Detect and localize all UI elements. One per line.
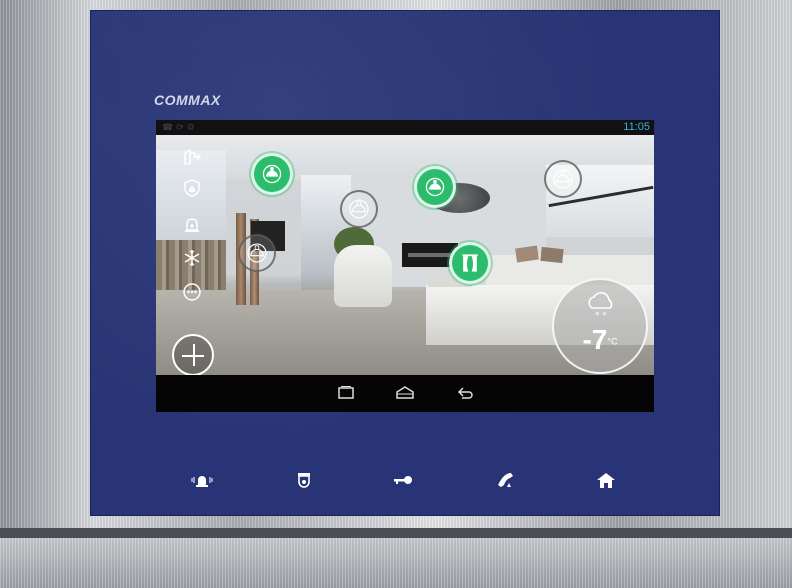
door-open-button[interactable] bbox=[390, 468, 418, 492]
home-icon bbox=[597, 473, 615, 488]
temperature-value: -7 bbox=[582, 324, 608, 355]
pillow bbox=[540, 246, 564, 264]
settings-icon: ⚙ bbox=[186, 122, 198, 132]
camera-monitor-icon bbox=[298, 473, 310, 488]
curtain-icon bbox=[462, 254, 478, 272]
ceiling-light-center-button[interactable] bbox=[414, 166, 456, 208]
armchair bbox=[334, 245, 392, 307]
more-icon[interactable] bbox=[182, 282, 202, 302]
status-bar: ☎⟳⚙ 11:05 bbox=[156, 120, 654, 135]
home-icon[interactable] bbox=[393, 385, 417, 401]
fireplace-glow bbox=[408, 253, 452, 257]
home-button[interactable] bbox=[592, 468, 620, 492]
status-icons: ☎⟳⚙ bbox=[162, 122, 198, 133]
security-shield-icon[interactable] bbox=[182, 178, 202, 198]
light-window-button[interactable] bbox=[544, 160, 582, 198]
bulb-icon bbox=[247, 243, 267, 263]
brand-logo: COMMAX bbox=[154, 92, 221, 108]
svg-text:* *: * * bbox=[595, 311, 607, 321]
touchscreen: ☎⟳⚙ 11:05 * * -7°C bbox=[156, 120, 654, 412]
bulb-icon bbox=[262, 164, 282, 184]
temperature-unit: °C bbox=[607, 336, 618, 347]
temperature-readout: -7°C bbox=[554, 324, 646, 356]
phone-icon: ☎ bbox=[162, 122, 177, 132]
bulb-icon bbox=[425, 177, 445, 197]
door-key-icon bbox=[394, 476, 412, 484]
recent-apps-icon[interactable] bbox=[334, 385, 358, 401]
light-living-button[interactable] bbox=[340, 190, 378, 228]
alarm-button[interactable] bbox=[188, 468, 216, 492]
snowflake-icon[interactable] bbox=[182, 248, 202, 268]
call-button[interactable] bbox=[492, 468, 520, 492]
bulb-icon bbox=[553, 169, 573, 189]
ceiling-light-left-button[interactable] bbox=[251, 153, 293, 195]
sofa-back bbox=[486, 255, 654, 289]
metal-base bbox=[0, 538, 792, 588]
curtain-button[interactable] bbox=[449, 242, 491, 284]
exit-door-icon[interactable] bbox=[182, 147, 202, 167]
sync-icon: ⟳ bbox=[176, 122, 187, 132]
snow-cloud-icon: * * bbox=[588, 292, 613, 321]
light-wall-button[interactable] bbox=[238, 234, 276, 272]
weather-widget[interactable]: * * -7°C bbox=[552, 278, 648, 374]
clock: 11:05 bbox=[623, 121, 650, 133]
alarm-siren-icon[interactable] bbox=[182, 214, 202, 234]
add-device-button[interactable] bbox=[172, 334, 214, 376]
call-icon bbox=[498, 473, 513, 487]
back-icon[interactable] bbox=[454, 385, 478, 401]
camera-monitor-button[interactable] bbox=[290, 468, 318, 492]
bottom-divider bbox=[0, 528, 792, 538]
front-panel: COMMAX ☎⟳⚙ 11:05 * * -7°C bbox=[90, 10, 720, 516]
navigation-bar bbox=[156, 375, 654, 412]
bulb-icon bbox=[349, 199, 369, 219]
alarm-icon bbox=[191, 476, 213, 487]
